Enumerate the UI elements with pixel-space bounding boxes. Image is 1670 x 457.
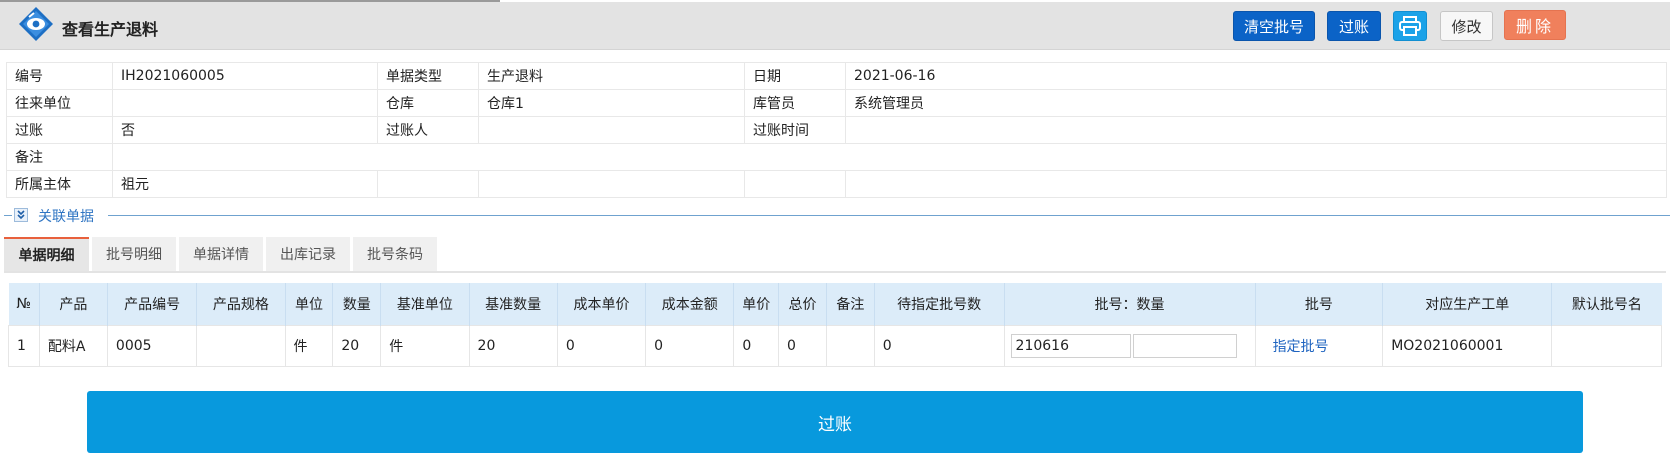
info-empty (845, 170, 1667, 198)
cell-cost-price: 0 (556, 325, 647, 367)
document-info-table: 编号 IH2021060005 单据类型 生产退料 日期 2021-06-16 … (6, 62, 1667, 198)
column-header[interactable]: 备注 (826, 283, 875, 326)
info-row: 过账 否 过账人 过账时间 (6, 116, 1667, 144)
info-label: 备注 (6, 143, 113, 171)
column-header[interactable]: 成本单价 (557, 283, 647, 326)
printer-icon (1399, 16, 1421, 36)
cell-total: 0 (778, 325, 827, 367)
expand-toggle[interactable] (14, 208, 28, 222)
divider-line (4, 215, 12, 216)
assign-batch-link[interactable]: 指定批号 (1273, 339, 1329, 355)
grid-header-row: № 产品 产品编号 产品规格 单位 数量 基准单位 基准数量 成本单价 成本金额… (8, 283, 1662, 326)
cell-unit: 件 (284, 325, 334, 367)
info-value: IH2021060005 (112, 62, 378, 90)
info-value: 2021-06-16 (845, 62, 1667, 90)
info-label: 过账 (6, 116, 113, 144)
column-header[interactable]: 待指定批号数 (874, 283, 1005, 326)
column-header[interactable]: 单价 (733, 283, 780, 326)
page-title: 查看生产退料 (62, 20, 159, 39)
info-row: 所属主体 祖元 (6, 170, 1667, 198)
info-value (478, 116, 745, 144)
divider-line (108, 215, 1670, 216)
row-number: 1 (8, 325, 40, 367)
info-row: 编号 IH2021060005 单据类型 生产退料 日期 2021-06-16 (6, 62, 1667, 90)
column-header[interactable]: 总价 (778, 283, 827, 326)
table-row: 1 配料A 0005 件 20 件 20 0 0 0 0 0 210616 指定… (8, 325, 1662, 367)
info-value (112, 143, 1667, 171)
edit-button[interactable]: 修改 (1440, 11, 1493, 41)
cell-product-code: 0005 (106, 325, 198, 367)
info-row: 往来单位 仓库 仓库1 库管员 系统管理员 (6, 89, 1667, 117)
column-header[interactable]: 基准数量 (469, 283, 558, 326)
post-submit-button[interactable]: 过账 (87, 391, 1583, 453)
delete-button[interactable]: 删除 (1504, 10, 1566, 40)
column-header[interactable]: 产品编号 (107, 283, 198, 326)
column-header[interactable]: 基准单位 (380, 283, 470, 326)
info-value (112, 89, 378, 117)
tab-document-details[interactable]: 单据明细 (4, 237, 89, 271)
clear-batch-button[interactable]: 清空批号 (1233, 11, 1315, 41)
info-label: 单据类型 (377, 62, 479, 90)
batch-number-input[interactable]: 210616 (1010, 334, 1131, 358)
cell-base-unit: 件 (380, 325, 470, 367)
column-header[interactable]: 对应生产工单 (1382, 283, 1553, 326)
column-header[interactable]: № (8, 283, 40, 326)
column-header[interactable]: 数量 (332, 283, 382, 326)
page-header: 查看生产退料 清空批号 过账 修改 删除 (0, 2, 1670, 50)
cell-product: 配料A (38, 325, 108, 367)
column-header[interactable]: 单位 (285, 283, 334, 326)
info-empty (377, 170, 479, 198)
cell-batch: 指定批号 (1254, 325, 1384, 367)
info-value: 生产退料 (478, 62, 745, 90)
tab-batch-details[interactable]: 批号明细 (92, 237, 176, 271)
cell-remark (825, 325, 875, 367)
cell-quantity: 20 (332, 325, 382, 367)
info-label: 所属主体 (6, 170, 113, 198)
tab-document-info[interactable]: 单据详情 (179, 237, 263, 271)
info-label: 编号 (6, 62, 113, 90)
eye-logo-icon (19, 7, 53, 41)
batch-quantity-input[interactable] (1132, 334, 1237, 358)
column-header[interactable]: 产品规格 (196, 283, 286, 326)
tab-bar: 单据明细 批号明细 单据详情 出库记录 批号条码 (4, 237, 1666, 273)
tab-batch-barcode[interactable]: 批号条码 (353, 237, 437, 271)
info-value: 仓库1 (478, 89, 745, 117)
cell-cost-amount: 0 (645, 325, 735, 367)
info-row: 备注 (6, 143, 1667, 171)
double-chevron-down-icon (17, 210, 25, 220)
info-label: 日期 (744, 62, 846, 90)
cell-work-order: MO2021060001 (1382, 325, 1553, 367)
info-value: 系统管理员 (845, 89, 1667, 117)
cell-batch-quantity: 210616 (1003, 325, 1256, 367)
cell-price: 0 (733, 325, 780, 367)
column-header[interactable]: 默认批号名 (1551, 283, 1662, 326)
info-empty (478, 170, 745, 198)
column-header[interactable]: 批号 (1255, 283, 1384, 326)
info-value: 祖元 (112, 170, 378, 198)
cell-default-batch-name (1551, 325, 1662, 367)
info-label: 往来单位 (6, 89, 113, 117)
column-header[interactable]: 批号：数量 (1004, 283, 1256, 326)
related-documents-label[interactable]: 关联单据 (38, 206, 94, 226)
info-value (845, 116, 1667, 144)
info-label: 过账人 (377, 116, 479, 144)
tab-outbound-records[interactable]: 出库记录 (266, 237, 350, 271)
info-label: 仓库 (377, 89, 479, 117)
column-header[interactable]: 成本金额 (645, 283, 735, 326)
cell-base-quantity: 20 (468, 325, 558, 367)
cell-pending-batch-qty: 0 (873, 325, 1005, 367)
detail-grid: № 产品 产品编号 产品规格 单位 数量 基准单位 基准数量 成本单价 成本金额… (8, 283, 1662, 367)
info-label: 过账时间 (744, 116, 846, 144)
post-button[interactable]: 过账 (1327, 11, 1381, 41)
info-label: 库管员 (744, 89, 846, 117)
info-value: 否 (112, 116, 378, 144)
print-button[interactable] (1393, 11, 1427, 41)
info-empty (744, 170, 846, 198)
related-documents-section: 关联单据 (0, 205, 1670, 225)
column-header[interactable]: 产品 (39, 283, 108, 326)
cell-spec (196, 325, 286, 367)
